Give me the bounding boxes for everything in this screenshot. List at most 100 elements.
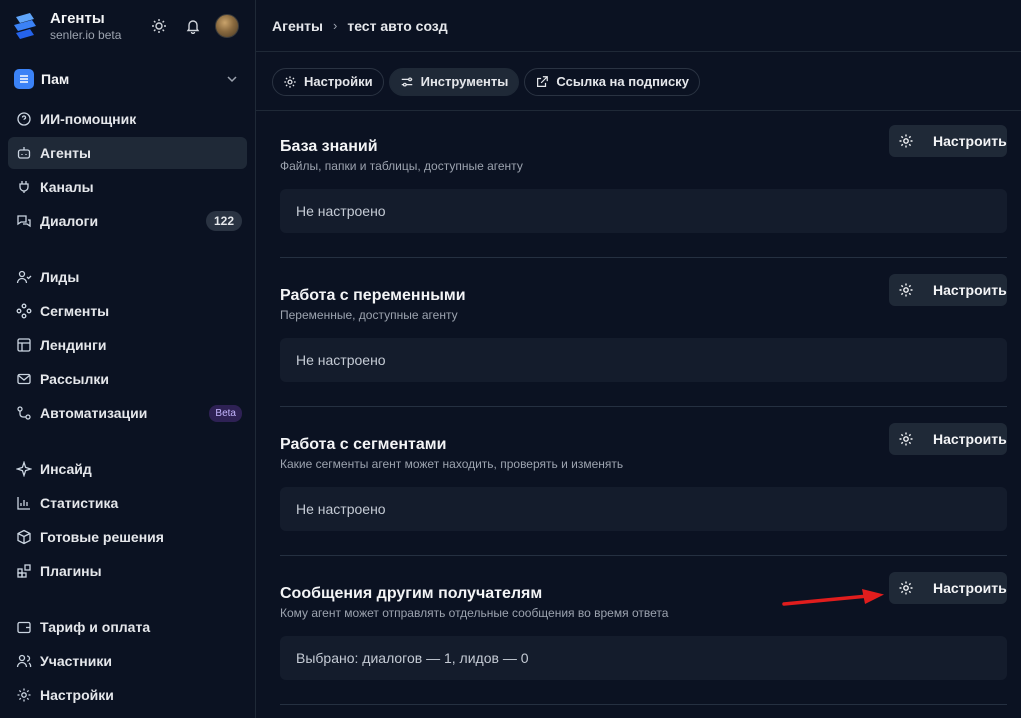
tab-settings[interactable]: Настройки bbox=[272, 67, 384, 96]
status-box: Не настроено bbox=[280, 487, 1007, 531]
sidebar-item-label: Участники bbox=[40, 653, 112, 669]
divider bbox=[280, 555, 1007, 556]
sidebar-item-label: Готовые решения bbox=[40, 529, 164, 545]
beta-badge: Beta bbox=[209, 405, 242, 422]
tab-bar: Настройки Инструменты Ссылка на подписку bbox=[256, 53, 1021, 111]
brand-subtitle: senler.io beta bbox=[50, 28, 122, 42]
tab-tools[interactable]: Инструменты bbox=[388, 67, 520, 96]
configure-button-label: Настроить bbox=[933, 580, 1007, 596]
red-arrow-annotation bbox=[782, 589, 884, 606]
configure-button[interactable]: Настроить bbox=[889, 423, 1007, 455]
status-box: Не настроено bbox=[280, 338, 1007, 382]
sidebar-item-billing[interactable]: Тариф и оплата bbox=[8, 611, 247, 643]
section-description: Какие сегменты агент может находить, про… bbox=[280, 457, 624, 471]
sidebar-item-channels[interactable]: Каналы bbox=[8, 171, 247, 203]
agents-logo-icon bbox=[14, 13, 36, 39]
gear-icon bbox=[283, 75, 297, 89]
variables-section: Работа с переменными Переменные, доступн… bbox=[280, 274, 1007, 382]
gear-icon bbox=[898, 580, 914, 596]
configure-button-label: Настроить bbox=[933, 431, 1007, 447]
chevron-down-icon bbox=[227, 76, 237, 83]
breadcrumb-current: тест авто созд bbox=[347, 17, 448, 34]
section-description: Переменные, доступные агенту bbox=[280, 308, 458, 322]
sidebar-item-label: Лиды bbox=[40, 269, 80, 285]
configure-button-label: Настроить bbox=[933, 282, 1007, 298]
sparkle-icon bbox=[16, 461, 32, 477]
sidebar-item-plugins[interactable]: Плагины bbox=[8, 555, 247, 587]
segments-section: Работа с сегментами Какие сегменты агент… bbox=[280, 423, 1007, 531]
sidebar-item-label: Сегменты bbox=[40, 303, 110, 319]
external-link-icon bbox=[535, 75, 549, 89]
mail-icon bbox=[16, 371, 32, 387]
sidebar-item-label: ИИ-помощник bbox=[40, 111, 137, 127]
configure-button[interactable]: Настроить bbox=[889, 274, 1007, 306]
sidebar-item-automations[interactable]: Автоматизации Beta bbox=[8, 397, 247, 429]
chevron-right-icon: › bbox=[333, 18, 338, 33]
sidebar-item-statistics[interactable]: Статистика bbox=[8, 487, 247, 519]
user-check-icon bbox=[16, 269, 32, 285]
project-switcher[interactable]: Пам bbox=[8, 64, 247, 94]
sidebar-item-mailings[interactable]: Рассылки bbox=[8, 363, 247, 395]
chats-icon bbox=[16, 213, 32, 229]
sidebar-item-label: Каналы bbox=[40, 179, 94, 195]
sidebar-item-segments[interactable]: Сегменты bbox=[8, 295, 247, 327]
configure-button[interactable]: Настроить bbox=[889, 572, 1007, 604]
sidebar-item-label: Статистика bbox=[40, 495, 119, 511]
gear-icon bbox=[898, 133, 914, 149]
section-description: Файлы, папки и таблицы, доступные агенту bbox=[280, 159, 523, 173]
project-logo-icon bbox=[14, 69, 34, 89]
sidebar: Агенты senler.io beta Пам ИИ-помощник Аг… bbox=[0, 0, 256, 718]
users-icon bbox=[16, 653, 32, 669]
sidebar-item-leads[interactable]: Лиды bbox=[8, 261, 247, 293]
sidebar-item-agents[interactable]: Агенты bbox=[8, 137, 247, 169]
dialogs-count-badge: 122 bbox=[205, 211, 242, 231]
breadcrumb: Агенты › тест авто созд bbox=[256, 0, 1021, 52]
plug-icon bbox=[16, 179, 32, 195]
sidebar-item-label: Рассылки bbox=[40, 371, 109, 387]
knowledge-base-section: База знаний Файлы, папки и таблицы, дост… bbox=[280, 125, 1007, 233]
sidebar-item-label: Инсайд bbox=[40, 461, 92, 477]
bell-icon[interactable] bbox=[183, 16, 203, 36]
sun-icon[interactable] bbox=[149, 16, 169, 36]
bot-icon bbox=[16, 145, 32, 161]
box-icon bbox=[16, 529, 32, 545]
status-box: Не настроено bbox=[280, 189, 1007, 233]
avatar[interactable] bbox=[215, 14, 239, 38]
sidebar-item-members[interactable]: Участники bbox=[8, 645, 247, 677]
sidebar-item-label: Лендинги bbox=[40, 337, 107, 353]
question-chat-icon bbox=[16, 111, 32, 127]
sidebar-item-dialogs[interactable]: Диалоги 122 bbox=[8, 205, 247, 237]
brand[interactable]: Агенты senler.io beta bbox=[12, 10, 121, 42]
status-box: Выбрано: диалогов — 1, лидов — 0 bbox=[280, 636, 1007, 680]
sidebar-item-insight[interactable]: Инсайд bbox=[8, 453, 247, 485]
tab-label: Инструменты bbox=[420, 74, 509, 89]
layout-icon bbox=[16, 337, 32, 353]
sidebar-item-solutions[interactable]: Готовые решения bbox=[8, 521, 247, 553]
configure-button[interactable]: Настроить bbox=[889, 125, 1007, 157]
section-description: Кому агент может отправлять отдельные со… bbox=[280, 606, 669, 620]
bar-chart-icon bbox=[16, 495, 32, 511]
tab-label: Ссылка на подписку bbox=[556, 74, 689, 89]
gear-icon bbox=[898, 282, 914, 298]
sidebar-item-label: Настройки bbox=[40, 687, 114, 703]
workflow-icon bbox=[16, 405, 32, 421]
divider bbox=[280, 406, 1007, 407]
sidebar-item-label: Автоматизации bbox=[40, 405, 148, 421]
other-recipients-section: Сообщения другим получателям Кому агент … bbox=[280, 572, 1007, 680]
sidebar-item-label: Тариф и оплата bbox=[40, 619, 151, 635]
brand-title: Агенты bbox=[50, 10, 105, 27]
wallet-icon bbox=[16, 619, 32, 635]
sidebar-item-landings[interactable]: Лендинги bbox=[8, 329, 247, 361]
tab-subscription-link[interactable]: Ссылка на подписку bbox=[524, 67, 700, 96]
sidebar-item-assistant[interactable]: ИИ-помощник bbox=[8, 103, 247, 135]
breadcrumb-root[interactable]: Агенты bbox=[272, 18, 323, 34]
configure-button-label: Настроить bbox=[933, 133, 1007, 149]
divider bbox=[280, 257, 1007, 258]
divider bbox=[280, 704, 1007, 705]
sidebar-item-settings[interactable]: Настройки bbox=[8, 679, 247, 711]
tab-label: Настройки bbox=[304, 74, 373, 89]
gear-icon bbox=[16, 687, 32, 703]
sidebar-item-label: Плагины bbox=[40, 563, 102, 579]
blocks-icon bbox=[16, 563, 32, 579]
segments-icon bbox=[16, 303, 32, 319]
